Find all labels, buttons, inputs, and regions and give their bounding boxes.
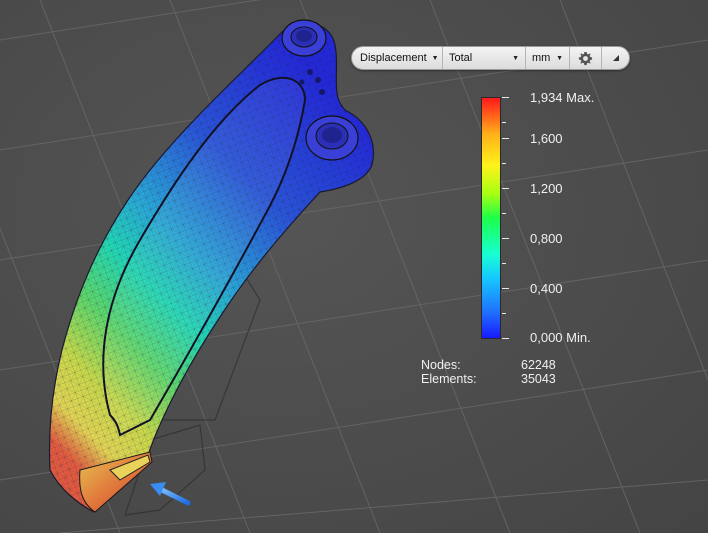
legend-min-label: 0,000 Min. (530, 330, 591, 345)
legend-label: 1,600 (530, 131, 563, 146)
chevron-down-icon: ▼ (556, 54, 563, 62)
legend-tick (502, 213, 506, 214)
elements-row: Elements: 35043 (421, 372, 581, 386)
elements-value: 35043 (521, 372, 556, 386)
measure-dropdown[interactable]: Displacement ▼ (352, 47, 443, 69)
collapse-button[interactable] (602, 47, 629, 69)
result-toolbar: Displacement ▼ Total ▼ mm ▼ (351, 46, 630, 70)
legend-max-label: 1,934 Max. (530, 90, 595, 105)
unit-dropdown[interactable]: mm ▼ (526, 47, 570, 69)
collapse-triangle-icon (612, 55, 619, 61)
legend-tick (502, 238, 509, 239)
deformed-part[interactable] (48, 19, 374, 513)
elements-label: Elements: (421, 372, 477, 386)
viewport-3d[interactable]: Displacement ▼ Total ▼ mm ▼ 1,934 Max. 1… (0, 0, 708, 533)
nodes-label: Nodes: (421, 358, 461, 372)
load-arrow-icon[interactable] (150, 482, 191, 506)
component-dropdown[interactable]: Total ▼ (443, 47, 526, 69)
legend-label: 0,400 (530, 281, 563, 296)
mesh-stats: Nodes: 62248 Elements: 35043 (421, 358, 581, 386)
measure-label: Displacement (360, 52, 427, 64)
legend-tick (502, 97, 509, 98)
component-label: Total (449, 52, 473, 64)
legend-tick (502, 163, 506, 164)
settings-button[interactable] (570, 47, 602, 69)
model-scene[interactable] (0, 0, 708, 533)
legend-label: 0,800 (530, 231, 563, 246)
legend-label: 1,200 (530, 181, 563, 196)
legend-tick (502, 288, 509, 289)
chevron-down-icon: ▼ (431, 54, 439, 62)
legend-tick (502, 263, 506, 264)
nodes-value: 62248 (521, 358, 556, 372)
legend-tick (502, 138, 509, 139)
legend-tick (502, 188, 509, 189)
legend-tick (502, 313, 506, 314)
nodes-row: Nodes: 62248 (421, 358, 581, 372)
color-legend-bar (481, 97, 501, 339)
legend-tick (502, 122, 506, 123)
chevron-down-icon: ▼ (512, 54, 519, 62)
legend-tick (502, 338, 509, 339)
unit-label: mm (532, 52, 551, 64)
gear-icon (578, 51, 593, 65)
